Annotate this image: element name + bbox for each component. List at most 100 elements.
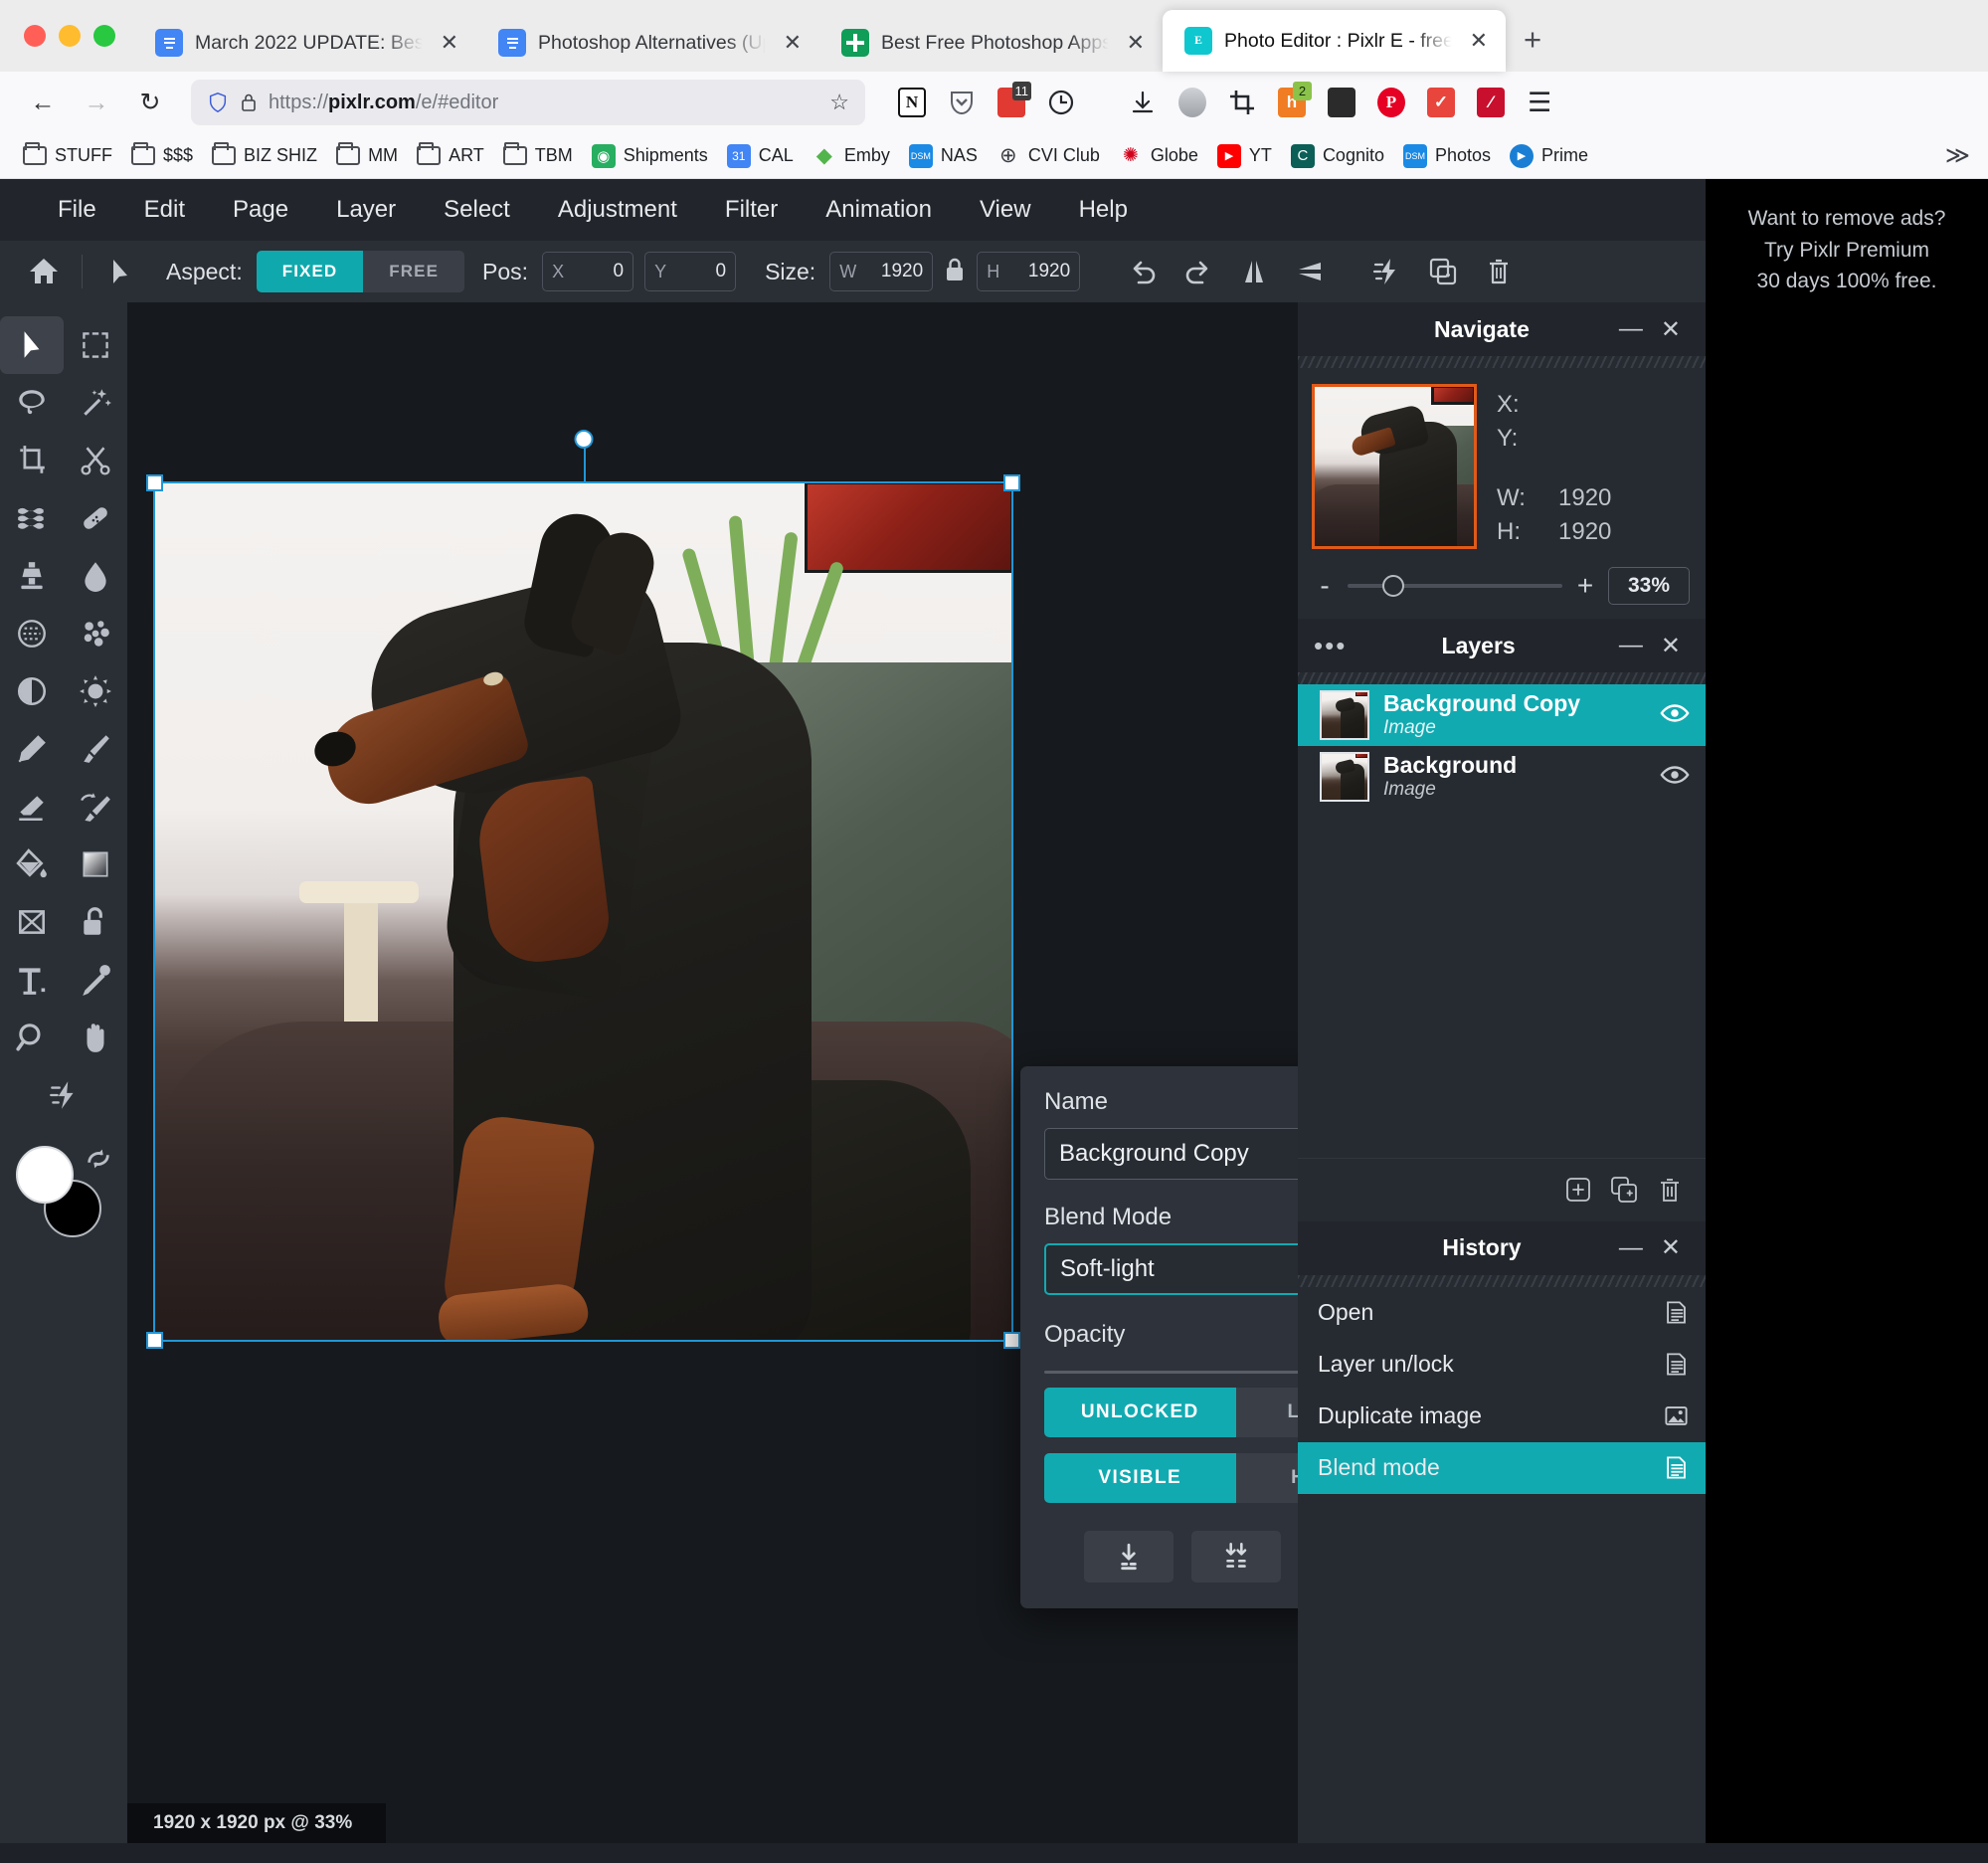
aspect-fixed-button[interactable]: FIXED bbox=[256, 251, 364, 292]
history-item-blend-mode[interactable]: Blend mode bbox=[1298, 1441, 1706, 1494]
visible-button[interactable]: VISIBLE bbox=[1044, 1453, 1236, 1503]
arrange-tool-icon[interactable] bbox=[0, 316, 64, 374]
quick-action-icon[interactable] bbox=[0, 1066, 127, 1124]
profile-avatar-icon[interactable] bbox=[1170, 81, 1215, 124]
screenshot-crop-extension-icon[interactable] bbox=[1219, 81, 1265, 124]
canvas-area[interactable]: 1920 x 1920 px @ 33% ✕ Name Blend Mode S… bbox=[127, 302, 1298, 1843]
layer-name-input[interactable] bbox=[1044, 1128, 1298, 1180]
close-tab-icon[interactable]: ✕ bbox=[1466, 28, 1492, 54]
zoom-out-button[interactable]: - bbox=[1314, 570, 1336, 602]
notion-extension-icon[interactable]: N bbox=[889, 81, 935, 124]
effect-icon[interactable] bbox=[64, 662, 127, 720]
minimize-icon[interactable]: — bbox=[1610, 1234, 1652, 1262]
bookmark-cvi-club[interactable]: ⊕ CVI Club bbox=[988, 140, 1109, 172]
heal-icon[interactable] bbox=[64, 489, 127, 547]
liquify-icon[interactable] bbox=[0, 489, 64, 547]
panel-drag-handle[interactable] bbox=[1298, 1274, 1706, 1287]
pinterest-extension-icon[interactable]: P bbox=[1368, 81, 1414, 124]
bookmark-star-icon[interactable]: ☆ bbox=[829, 90, 849, 115]
aspect-toggle[interactable]: FIXED FREE bbox=[256, 251, 465, 292]
more-options-icon[interactable]: ••• bbox=[1314, 633, 1347, 658]
back-button[interactable]: ← bbox=[16, 80, 70, 125]
bookmark-money[interactable]: $$$ bbox=[122, 141, 202, 170]
menu-animation[interactable]: Animation bbox=[802, 188, 956, 232]
menu-page[interactable]: Page bbox=[209, 188, 312, 232]
arrange-tool-icon[interactable] bbox=[92, 248, 148, 295]
layer-properties-dialog[interactable]: ✕ Name Blend Mode Soft-light Opacity 100 bbox=[1020, 1066, 1298, 1608]
bookmark-art[interactable]: ART bbox=[408, 141, 493, 170]
maximize-window-button[interactable] bbox=[93, 25, 115, 47]
bookmark-mm[interactable]: MM bbox=[327, 141, 407, 170]
layer-row-background[interactable]: Background Image bbox=[1298, 746, 1706, 808]
bookmark-nas[interactable]: DSM NAS bbox=[900, 140, 987, 172]
gradient-icon[interactable] bbox=[64, 836, 127, 893]
eye-icon[interactable] bbox=[1660, 760, 1690, 795]
size-w-input[interactable]: W 1920 bbox=[829, 252, 934, 291]
history-item-layer-unlock[interactable]: Layer un/lock bbox=[1298, 1339, 1706, 1391]
bookmark-photos[interactable]: DSM Photos bbox=[1394, 140, 1500, 172]
bookmark-globe[interactable]: ✺ Globe bbox=[1110, 140, 1207, 172]
zoom-value[interactable]: 33% bbox=[1608, 567, 1690, 606]
downloads-button-icon[interactable] bbox=[1120, 81, 1166, 124]
browser-tab-1[interactable]: March 2022 UPDATE: Best free P ✕ bbox=[133, 14, 476, 72]
zoom-in-button[interactable]: + bbox=[1574, 570, 1596, 602]
minimize-icon[interactable]: — bbox=[1610, 632, 1652, 659]
checklist-extension-icon[interactable]: ✓ bbox=[1418, 81, 1464, 124]
menu-edit[interactable]: Edit bbox=[120, 188, 209, 232]
menu-file[interactable]: File bbox=[34, 188, 120, 232]
rotate-handle[interactable] bbox=[574, 430, 593, 449]
delete-layer-icon[interactable] bbox=[1654, 1174, 1686, 1206]
reload-button[interactable]: ↻ bbox=[123, 80, 177, 125]
minimize-window-button[interactable] bbox=[59, 25, 81, 47]
undo-icon[interactable] bbox=[1115, 248, 1171, 295]
opacity-slider[interactable] bbox=[1044, 1371, 1298, 1374]
crop-icon[interactable] bbox=[0, 432, 64, 489]
bookmark-cognito[interactable]: C Cognito bbox=[1282, 140, 1393, 172]
close-icon[interactable]: ✕ bbox=[1652, 632, 1690, 660]
duplicate-icon[interactable] bbox=[1415, 248, 1471, 295]
close-tab-icon[interactable]: ✕ bbox=[437, 30, 462, 56]
resize-handle-bottom-left[interactable] bbox=[146, 1332, 163, 1349]
reader-extension-icon[interactable] bbox=[1319, 81, 1364, 124]
eye-icon[interactable] bbox=[1660, 698, 1690, 733]
browser-tab-2[interactable]: Photoshop Alternatives (Update ✕ bbox=[476, 14, 819, 72]
panel-drag-handle[interactable] bbox=[1298, 672, 1706, 685]
minimize-icon[interactable]: — bbox=[1610, 315, 1652, 343]
close-window-button[interactable] bbox=[24, 25, 46, 47]
flip-horizontal-icon[interactable] bbox=[1226, 248, 1282, 295]
paint-bucket-icon[interactable] bbox=[0, 836, 64, 893]
panel-drag-handle[interactable] bbox=[1298, 356, 1706, 368]
close-tab-icon[interactable]: ✕ bbox=[1123, 30, 1149, 56]
shape-icon[interactable] bbox=[0, 893, 64, 951]
hidden-button[interactable]: HIDDEN bbox=[1235, 1453, 1298, 1503]
bookmark-prime[interactable]: ▶ Prime bbox=[1501, 140, 1597, 172]
blend-mode-select[interactable]: Soft-light bbox=[1044, 1243, 1298, 1295]
resize-handle-top-left[interactable] bbox=[146, 474, 163, 491]
pocket-extension-icon[interactable] bbox=[939, 81, 985, 124]
bookmark-stuff[interactable]: STUFF bbox=[14, 141, 121, 170]
navigator-thumbnail[interactable] bbox=[1312, 384, 1477, 549]
lasso-select-icon[interactable] bbox=[0, 374, 64, 432]
detail-blur-icon[interactable] bbox=[64, 547, 127, 605]
redo-icon[interactable] bbox=[1171, 248, 1226, 295]
browser-tab-3[interactable]: Best Free Photoshop Apps (Marc ✕ bbox=[819, 14, 1163, 72]
history-item-open[interactable]: Open bbox=[1298, 1287, 1706, 1339]
lock-icon[interactable] bbox=[944, 257, 966, 287]
image-selection-box[interactable] bbox=[146, 430, 1020, 1349]
zoom-slider[interactable] bbox=[1348, 575, 1562, 598]
browser-menu-icon[interactable]: ☰ bbox=[1528, 88, 1551, 118]
menu-filter[interactable]: Filter bbox=[701, 188, 802, 232]
menu-help[interactable]: Help bbox=[1055, 188, 1152, 232]
magic-wand-icon[interactable] bbox=[64, 374, 127, 432]
zoom-icon[interactable] bbox=[0, 1009, 64, 1066]
close-tab-icon[interactable]: ✕ bbox=[780, 30, 806, 56]
home-icon[interactable] bbox=[16, 248, 72, 295]
add-layer-icon[interactable] bbox=[1562, 1174, 1594, 1206]
marquee-select-icon[interactable] bbox=[64, 316, 127, 374]
unlocked-button[interactable]: UNLOCKED bbox=[1044, 1388, 1236, 1437]
bookmark-emby[interactable]: ◆ Emby bbox=[804, 140, 899, 172]
todoist-extension-icon[interactable]: 11 bbox=[989, 81, 1034, 124]
flip-vertical-icon[interactable] bbox=[1282, 248, 1338, 295]
merge-down-icon[interactable] bbox=[1083, 1531, 1174, 1583]
blemish-icon[interactable] bbox=[64, 605, 127, 662]
